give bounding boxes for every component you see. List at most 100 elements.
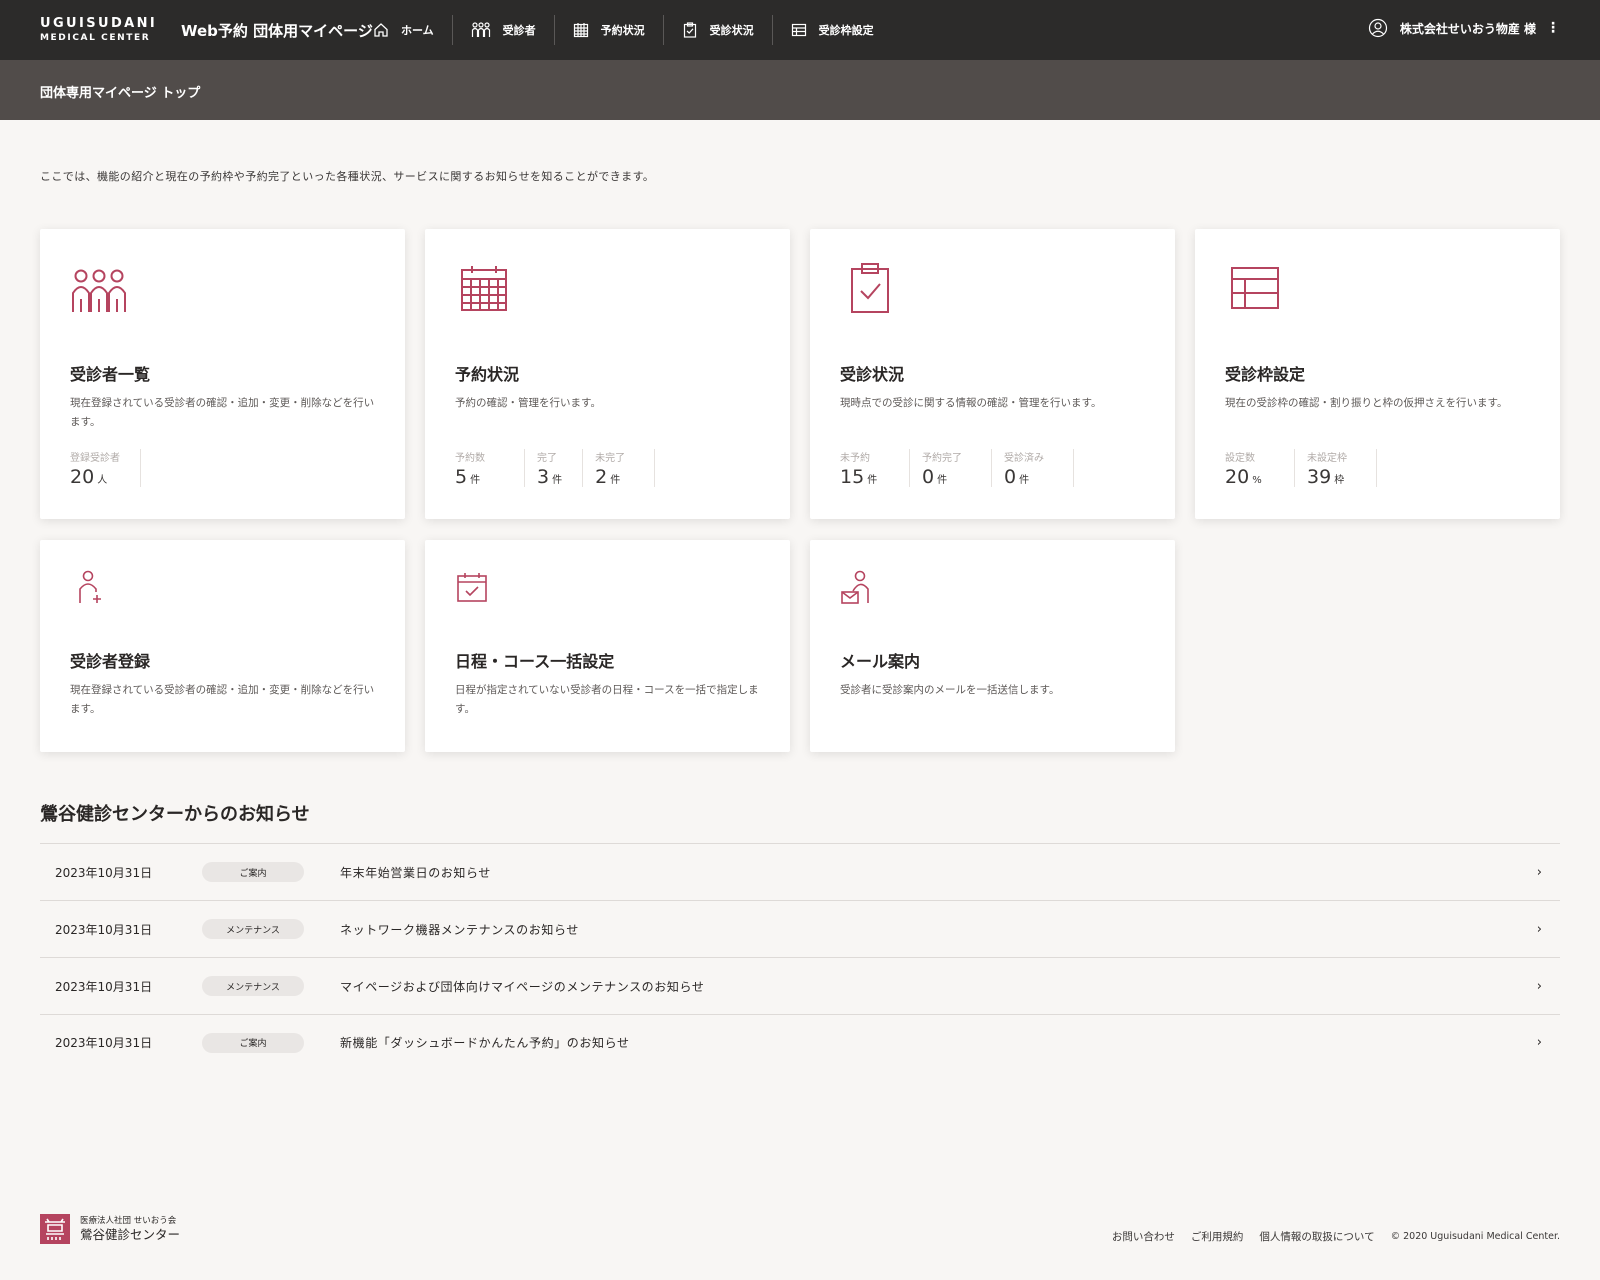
stat-registered: 登録受診者 20 人 — [70, 449, 141, 488]
stat-label: 予約完了 — [922, 453, 962, 464]
person-add-icon — [79, 570, 101, 603]
news-item[interactable]: 2023年10月31日 ご案内 新機能「ダッシュボードかんたん予約」のお知らせ … — [40, 1014, 1560, 1071]
nav-exam-status-label: 受診状況 — [709, 24, 754, 37]
table-icon — [791, 23, 806, 37]
stat-unit: 件 — [552, 475, 563, 486]
nav-exam-status[interactable]: 受診状況 — [664, 15, 773, 45]
card-slot-settings[interactable]: 受診枠設定 現在の受診枠の確認・割り振りと枠の仮押さえを行います。 設定数 20… — [1195, 229, 1560, 519]
stat-label: 未完了 — [595, 453, 626, 464]
footer-link-terms[interactable]: ご利用規約 — [1191, 1229, 1244, 1244]
card-description: 予約の確認・管理を行います。 — [455, 397, 601, 409]
stat-completed: 完了 3件 — [537, 449, 584, 488]
stat-unit: % — [1252, 475, 1262, 486]
news-item[interactable]: 2023年10月31日 メンテナンス ネットワーク機器メンテナンスのお知らせ › — [40, 900, 1560, 957]
stat-label: 予約数 — [455, 453, 485, 464]
chevron-right-icon: › — [1536, 1035, 1542, 1050]
card-stats: 登録受診者 20 人 — [70, 449, 153, 488]
chevron-right-icon: › — [1536, 921, 1542, 937]
stat-label: 未設定枠 — [1307, 453, 1347, 464]
card-title: 受診状況 — [840, 365, 905, 384]
card-title: 日程・コース一括設定 — [455, 652, 615, 671]
card-mail-guide[interactable]: メール案内 受診者に受診案内のメールを一括送信します。 — [810, 540, 1175, 752]
stat-value: 0 — [922, 466, 935, 488]
card-description: 日程が指定されていない受診者の日程・コースを一括で指定します。 — [455, 684, 759, 715]
stat-label: 完了 — [537, 453, 557, 464]
nav-slot-settings[interactable]: 受診枠設定 — [773, 15, 892, 45]
card-exam-status[interactable]: 受診状況 現時点での受診に関する情報の確認・管理を行います。 未予約 15 件 予… — [810, 229, 1175, 519]
page-title: 団体専用マイページ トップ — [40, 86, 201, 101]
organization-emblem-icon — [40, 1214, 70, 1244]
news-category-badge: メンテナンス — [202, 919, 304, 939]
news-title: マイページおよび団体向けマイページのメンテナンスのお知らせ — [340, 979, 705, 994]
stat-reservations: 予約数 5件 — [455, 449, 525, 488]
stat-value: 3 — [537, 466, 550, 488]
calendar-check-icon — [457, 573, 487, 602]
main-nav: ホーム 受診者 予約状況 受診状況 受診枠設定 — [355, 0, 892, 60]
card-patient-list[interactable]: 受診者一覧 現在登録されている受診者の確認・追加・変更・削除などを行います。 登… — [40, 229, 405, 519]
stat-unit: 件 — [937, 475, 948, 486]
stat-label: 受診済み — [1004, 453, 1044, 464]
brand-logo[interactable]: UGUISUDANI MEDICAL CENTER — [40, 17, 157, 43]
stat-label: 登録受診者 — [70, 453, 120, 464]
card-description: 現在登録されている受診者の確認・追加・変更・削除などを行います。 — [70, 397, 375, 428]
stat-unconfigured: 未設定枠 39 枠 — [1307, 449, 1377, 488]
stat-unit: 件 — [470, 475, 481, 486]
card-stats: 設定数 20% 未設定枠 39 枠 — [1225, 449, 1389, 488]
nav-reservations[interactable]: 予約状況 — [555, 15, 664, 45]
people-icon — [72, 269, 126, 312]
stat-value: 15 — [840, 466, 865, 488]
stat-configured: 設定数 20% — [1225, 449, 1295, 488]
news-category-badge: ご案内 — [202, 1032, 304, 1053]
stat-unreserved: 未予約 15 件 — [840, 449, 910, 488]
card-description: 現時点での受診に関する情報の確認・管理を行います。 — [840, 397, 1102, 409]
card-title: 受診者登録 — [70, 652, 151, 671]
chevron-right-icon: › — [1536, 978, 1542, 994]
kebab-menu-icon[interactable]: ⋮ — [1546, 20, 1560, 36]
footer-logo[interactable]: 医療法人社団 せいおう会 鶯谷健診センター — [40, 1214, 180, 1244]
stat-incomplete: 未完了 2件 — [595, 449, 656, 488]
card-patient-registration[interactable]: 受診者登録 現在登録されている受診者の確認・追加・変更・削除などを行います。 — [40, 540, 405, 752]
news-item[interactable]: 2023年10月31日 ご案内 年末年始営業日のお知らせ › — [40, 843, 1560, 900]
user-name: 株式会社せいおう物産 様 — [1399, 21, 1536, 36]
nav-slot-settings-label: 受診枠設定 — [818, 24, 874, 37]
home-icon — [374, 23, 388, 37]
stat-value: 39 — [1307, 466, 1332, 488]
footer-link-privacy[interactable]: 個人情報の取扱について — [1259, 1229, 1374, 1244]
chevron-right-icon: › — [1536, 864, 1542, 880]
card-reservation-status[interactable]: 予約状況 予約の確認・管理を行います。 予約数 5件 完了 3件 未完了 2件 — [425, 229, 790, 519]
news-category-badge: ご案内 — [202, 862, 304, 882]
news-section-title: 鶯谷健診センターからのお知らせ — [40, 804, 310, 825]
logo-line2: MEDICAL CENTER — [40, 33, 151, 43]
card-description: 現在登録されている受診者の確認・追加・変更・削除などを行います。 — [70, 684, 375, 715]
calendar-icon — [461, 266, 507, 311]
nav-people-label: 受診者 — [502, 24, 536, 37]
card-description: 現在の受診枠の確認・割り振りと枠の仮押さえを行います。 — [1225, 397, 1508, 409]
stat-value: 5 — [455, 466, 468, 488]
stat-value: 20 — [70, 466, 95, 488]
calendar-icon — [573, 23, 588, 38]
stat-unit: 人 — [97, 475, 108, 486]
app-title: Web予約 団体用マイページ — [181, 22, 373, 40]
nav-home[interactable]: ホーム — [355, 15, 453, 45]
user-menu[interactable]: 株式会社せいおう物産 様 ⋮ — [1368, 18, 1560, 38]
nav-reservations-label: 予約状況 — [600, 24, 645, 37]
card-bulk-schedule[interactable]: 日程・コース一括設定 日程が指定されていない受診者の日程・コースを一括で指定しま… — [425, 540, 790, 752]
news-title: 新機能「ダッシュボードかんたん予約」のお知らせ — [340, 1036, 630, 1050]
person-mail-icon — [841, 570, 869, 604]
news-title: 年末年始営業日のお知らせ — [340, 865, 491, 880]
stat-unit: 件 — [1019, 475, 1030, 486]
stat-value: 20 — [1225, 466, 1250, 488]
page-header-bar: 団体専用マイページ トップ — [0, 60, 1600, 120]
stat-value: 0 — [1004, 466, 1017, 488]
logo-line1: UGUISUDANI — [40, 16, 158, 31]
stat-label: 設定数 — [1225, 453, 1255, 464]
card-title: メール案内 — [840, 652, 921, 671]
news-date: 2023年10月31日 — [55, 865, 153, 880]
clipboard-check-icon — [683, 22, 696, 38]
footer-link-contact[interactable]: お問い合わせ — [1112, 1229, 1175, 1244]
nav-people[interactable]: 受診者 — [453, 15, 555, 45]
user-icon — [1368, 18, 1387, 38]
news-item[interactable]: 2023年10月31日 メンテナンス マイページおよび団体向けマイページのメンテ… — [40, 957, 1560, 1014]
people-icon — [471, 22, 490, 37]
news-title: ネットワーク機器メンテナンスのお知らせ — [340, 922, 579, 937]
